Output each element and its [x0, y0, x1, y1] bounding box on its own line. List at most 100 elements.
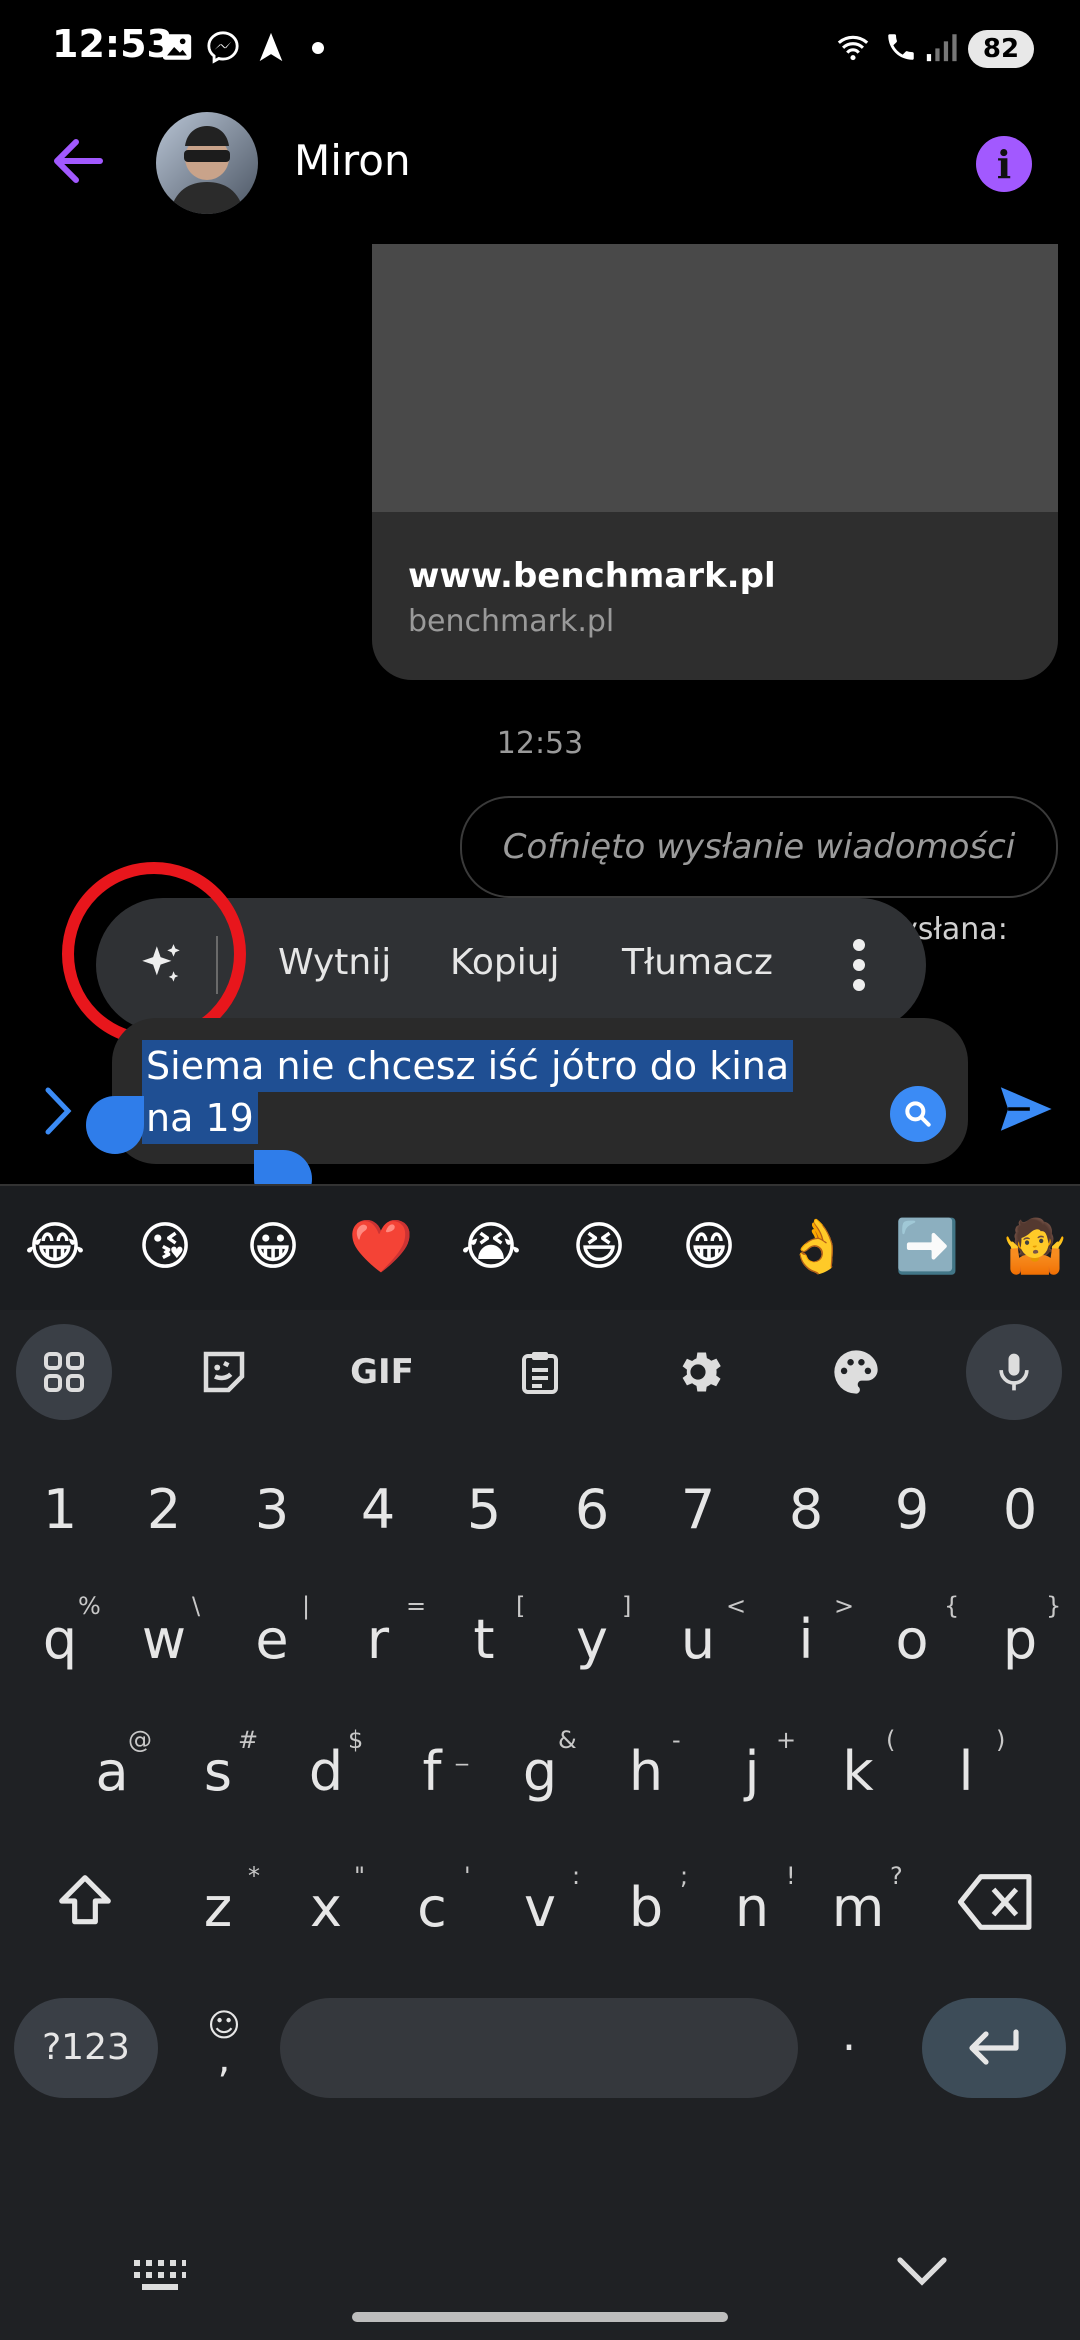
- key-h[interactable]: h: [596, 1740, 696, 1803]
- key-hint: (: [886, 1726, 896, 1754]
- emoji-heart[interactable]: ❤️: [346, 1212, 416, 1282]
- copy-button[interactable]: Kopiuj: [450, 942, 560, 983]
- keyboard-switch-icon[interactable]: [132, 2256, 188, 2292]
- period-key[interactable]: .: [842, 2010, 856, 2061]
- emoji-right-arrow[interactable]: ➡️: [892, 1212, 962, 1282]
- key-hint: :: [572, 1862, 581, 1890]
- chevron-right-icon[interactable]: [40, 1084, 76, 1138]
- symbols-key[interactable]: ?123: [14, 1998, 158, 2098]
- call-icon: [888, 34, 914, 60]
- toolbar-divider: [216, 936, 218, 994]
- link-title: www.benchmark.pl: [408, 556, 776, 596]
- cut-button[interactable]: Wytnij: [278, 942, 391, 983]
- keyboard: [0, 1310, 1080, 2340]
- key-hint: ;: [680, 1862, 689, 1890]
- key-hint: |: [302, 1592, 311, 1620]
- emoji-comma-key[interactable]: ☺ ,: [196, 2006, 252, 2082]
- search-icon[interactable]: [890, 1086, 946, 1142]
- key-hint: @: [128, 1726, 152, 1754]
- link-preview-card[interactable]: www.benchmark.pl benchmark.pl: [372, 244, 1058, 680]
- more-options-icon[interactable]: [852, 938, 866, 992]
- key-hint: &: [558, 1726, 577, 1754]
- status-time: 12:53: [52, 22, 173, 66]
- gallery-icon: [162, 34, 192, 60]
- key-4[interactable]: 4: [328, 1478, 428, 1541]
- palette-icon[interactable]: [808, 1324, 904, 1420]
- emoji-laughing[interactable]: 😂: [20, 1212, 90, 1282]
- apps-grid-icon[interactable]: [16, 1324, 112, 1420]
- key-hint: -: [672, 1726, 681, 1754]
- key-6[interactable]: 6: [542, 1478, 642, 1541]
- key-hint: !: [786, 1862, 796, 1890]
- info-icon[interactable]: i: [976, 136, 1032, 192]
- ai-sparkle-icon[interactable]: [136, 940, 186, 990]
- emoji-beaming[interactable]: 😁: [674, 1212, 744, 1282]
- backspace-icon[interactable]: [958, 1874, 1034, 1930]
- messenger-icon: [207, 31, 239, 64]
- comma-label: ,: [217, 2036, 231, 2082]
- key-hint: *: [248, 1862, 260, 1890]
- key-9[interactable]: 9: [862, 1478, 962, 1541]
- hide-keyboard-icon[interactable]: [896, 2256, 948, 2288]
- emoji-ok-hand[interactable]: 👌: [782, 1212, 852, 1282]
- send-icon[interactable]: [994, 1080, 1056, 1138]
- key-2[interactable]: 2: [114, 1478, 214, 1541]
- message-input[interactable]: Siema nie chcesz iść jótro do kina na 19: [112, 1018, 968, 1164]
- key-hint: =: [406, 1592, 427, 1620]
- key-7[interactable]: 7: [648, 1478, 748, 1541]
- emoji-crying[interactable]: 😭: [456, 1212, 526, 1282]
- unsent-message-text: Cofnięto wysłanie wiadomości: [502, 827, 1016, 867]
- key-hint: _: [456, 1738, 468, 1766]
- wifi-calling-icon: [837, 35, 869, 61]
- link-preview-image: [372, 244, 1058, 512]
- unsent-message-bubble: Cofnięto wysłanie wiadomości: [460, 796, 1058, 898]
- key-0[interactable]: 0: [970, 1478, 1070, 1541]
- clipboard-icon[interactable]: [492, 1324, 588, 1420]
- home-gesture-bar[interactable]: [352, 2312, 728, 2322]
- key-8[interactable]: 8: [756, 1478, 856, 1541]
- key-1[interactable]: 1: [10, 1478, 110, 1541]
- selected-text-line-1[interactable]: Siema nie chcesz iść jótro do kina: [142, 1040, 794, 1092]
- key-hint: }: [1046, 1592, 1062, 1620]
- key-3[interactable]: 3: [222, 1478, 322, 1541]
- selection-handle-start[interactable]: [86, 1096, 144, 1154]
- contact-name[interactable]: Miron: [294, 136, 411, 185]
- key-hint: +: [776, 1726, 797, 1754]
- space-key[interactable]: [280, 1998, 798, 2098]
- emoji-grinning[interactable]: 😀: [238, 1212, 308, 1282]
- key-hint: >: [834, 1592, 855, 1620]
- key-hint: #: [238, 1726, 259, 1754]
- key-hint: $: [348, 1726, 364, 1754]
- message-timestamp: 12:53: [496, 726, 584, 761]
- key-hint: ?: [890, 1862, 903, 1890]
- enter-key[interactable]: [922, 1998, 1066, 2098]
- link-domain: benchmark.pl: [408, 604, 615, 639]
- emoji-squinting[interactable]: 😆: [564, 1212, 634, 1282]
- gif-button[interactable]: GIF: [334, 1324, 430, 1420]
- contact-avatar[interactable]: [156, 112, 258, 214]
- settings-gear-icon[interactable]: [650, 1324, 746, 1420]
- sticker-icon[interactable]: [176, 1324, 272, 1420]
- emoji-kiss[interactable]: 😘: [130, 1212, 200, 1282]
- microphone-icon[interactable]: [966, 1324, 1062, 1420]
- shift-icon[interactable]: [52, 1870, 118, 1932]
- translate-button[interactable]: Tłumacz: [622, 942, 773, 983]
- text-selection-toolbar: Wytnij Kopiuj Tłumacz: [96, 898, 926, 1032]
- battery-indicator: 82: [968, 30, 1034, 68]
- key-hint: ": [354, 1862, 366, 1890]
- key-hint: <: [726, 1592, 747, 1620]
- navigation-icon: [259, 32, 283, 62]
- key-hint: ): [996, 1726, 1006, 1754]
- key-hint: %: [78, 1592, 101, 1620]
- key-hint: {: [944, 1592, 960, 1620]
- key-hint: \: [192, 1592, 201, 1620]
- emoji-shrug[interactable]: 🤷: [1000, 1212, 1070, 1282]
- gif-label: GIF: [350, 1352, 414, 1392]
- key-hint: ]: [622, 1592, 632, 1620]
- back-arrow-icon[interactable]: [50, 136, 104, 186]
- key-5[interactable]: 5: [434, 1478, 534, 1541]
- key-hint: ': [464, 1862, 471, 1890]
- selected-text-line-2[interactable]: na 19: [142, 1092, 258, 1144]
- notification-dot-icon: [312, 42, 324, 54]
- info-label: i: [996, 141, 1012, 187]
